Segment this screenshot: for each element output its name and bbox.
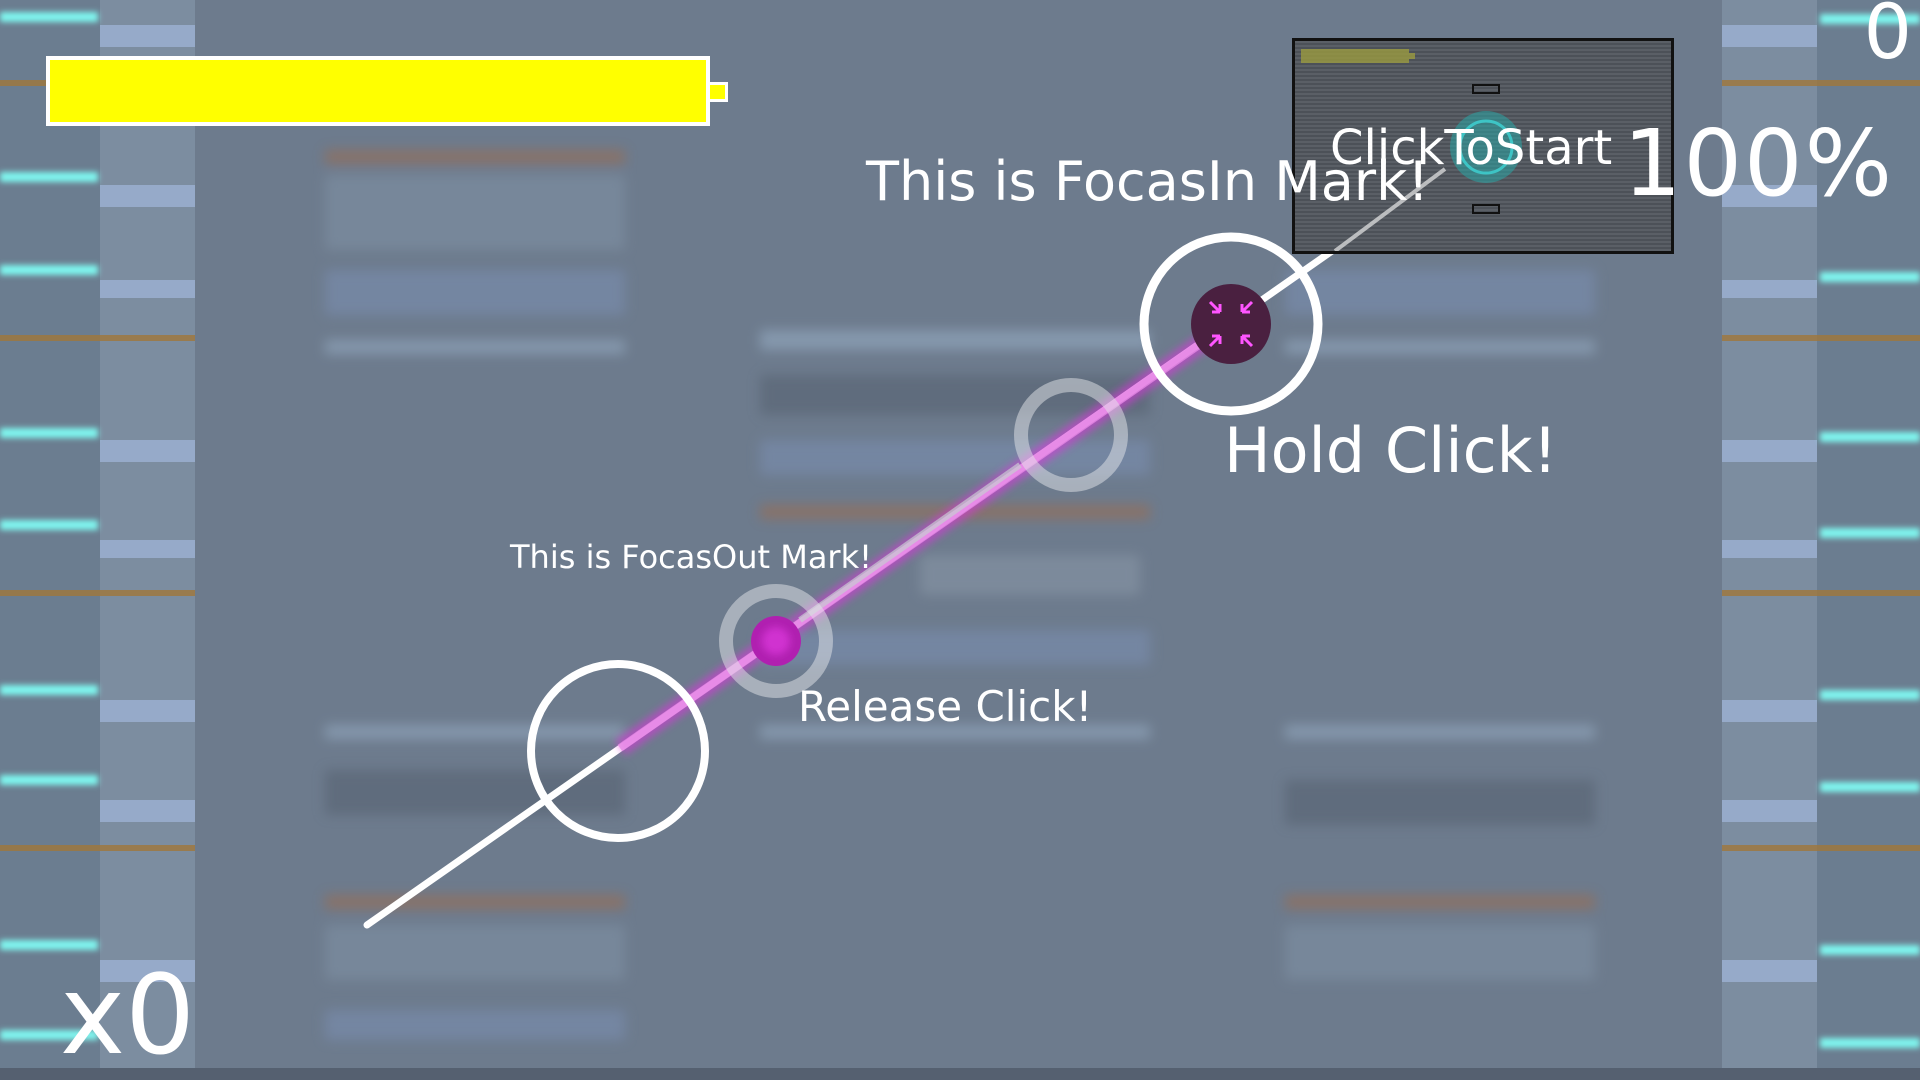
- life-bar: [46, 56, 710, 126]
- left-lane-strip: [0, 0, 195, 1080]
- life-bar-cap: [710, 82, 728, 102]
- accuracy-percent: 100%: [1622, 110, 1894, 217]
- release-click-label: Release Click!: [798, 682, 1093, 731]
- focus-in-label: This is FocasIn Mark!: [866, 150, 1430, 213]
- score-counter: 0: [1863, 0, 1912, 76]
- hold-click-label: Hold Click!: [1224, 414, 1558, 487]
- focus-out-label: This is FocasOut Mark!: [510, 538, 872, 576]
- combo-counter: x0: [60, 951, 196, 1079]
